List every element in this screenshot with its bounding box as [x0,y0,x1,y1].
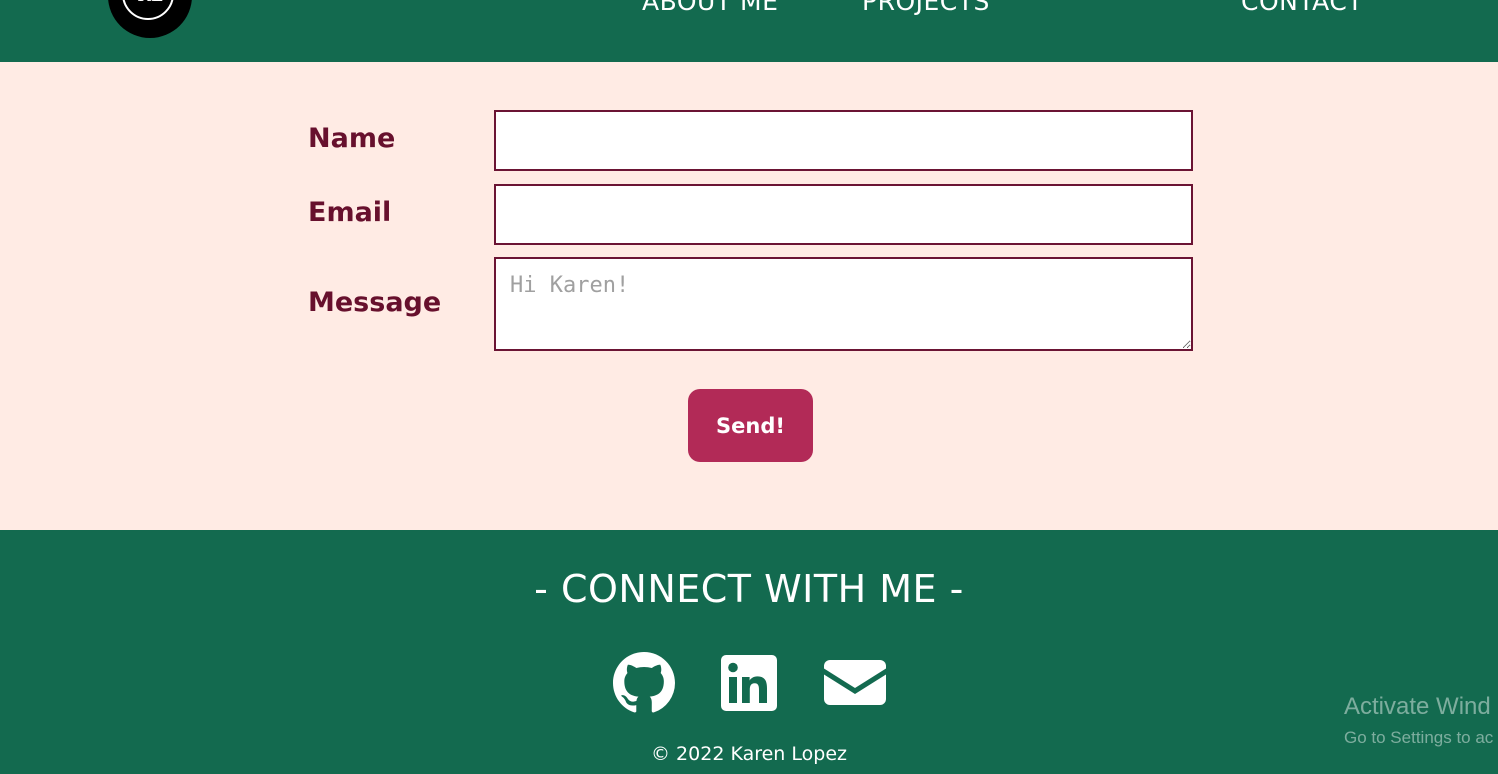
logo[interactable]: KL [108,0,192,38]
envelope-icon[interactable] [824,660,886,705]
send-button[interactable]: Send! [688,389,813,462]
github-icon[interactable] [613,652,675,714]
copyright: © 2022 Karen Lopez [651,743,847,765]
nav-contact[interactable]: CONTACT [1241,0,1363,17]
email-label: Email [308,197,392,228]
activation-watermark-title: Activate Wind [1344,693,1491,720]
site-header: KL ABOUT ME PROJECTS CONTACT [0,0,1498,62]
email-field[interactable] [494,184,1193,245]
message-field[interactable] [494,257,1193,351]
name-field[interactable] [494,110,1193,171]
nav-about-me[interactable]: ABOUT ME [642,0,778,17]
nav-projects[interactable]: PROJECTS [862,0,990,17]
connect-title: - CONNECT WITH ME - [534,567,964,611]
site-footer: - CONNECT WITH ME - © 2022 Karen Lopez A… [0,530,1498,774]
activation-watermark-subtitle: Go to Settings to ac [1344,728,1494,747]
logo-monogram: KL [108,0,192,6]
linkedin-icon[interactable] [721,655,777,711]
name-label: Name [308,123,396,154]
message-label: Message [308,287,442,318]
contact-form: Name Email Message Send! [0,62,1498,530]
